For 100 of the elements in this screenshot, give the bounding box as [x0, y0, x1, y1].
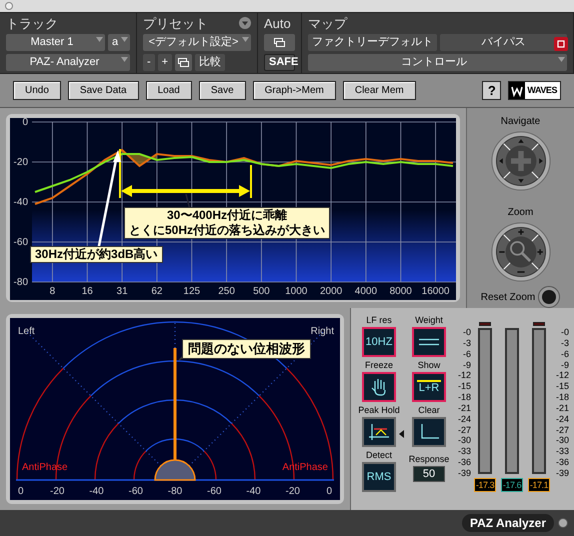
axis-label: 16000 [422, 286, 450, 297]
scale-label: -0 [560, 328, 569, 337]
scale-label: -39 [458, 468, 471, 478]
square-button-icon[interactable] [554, 37, 568, 51]
scale-label: -24 [458, 414, 471, 424]
callout-text: 30Hz付近が約3dB高い [35, 247, 158, 262]
header-button[interactable]: + [158, 54, 172, 71]
help-button[interactable]: ? [482, 81, 502, 100]
toggle-button[interactable] [362, 417, 396, 447]
axis-label: 62 [151, 286, 162, 297]
button-label: Detect [366, 449, 392, 462]
scale-label: -33 [458, 447, 471, 456]
screw-icon [558, 518, 568, 528]
logo-text: WAVES [527, 84, 557, 97]
scale-label: -15 [458, 382, 471, 392]
window-button[interactable] [175, 54, 192, 71]
scale-label: -36 [556, 458, 569, 468]
toggle-button[interactable]: RMS [362, 462, 396, 492]
axis-label: 2000 [320, 286, 342, 297]
menu-icon[interactable] [239, 17, 251, 29]
scale-label: -27 [556, 426, 569, 435]
field-label: Response [408, 453, 450, 466]
toolbar-button[interactable]: Load [146, 81, 192, 100]
header-button[interactable]: - [143, 54, 155, 71]
dropdown[interactable]: a [108, 34, 130, 51]
header-button[interactable]: 比較 [195, 54, 226, 71]
toggle-button[interactable]: 10HZ [362, 327, 396, 357]
scale-label: -9 [462, 360, 471, 370]
axis-label: 1000 [285, 286, 308, 297]
axis-label: 8000 [390, 286, 412, 297]
reset-zoom-button-icon[interactable] [538, 286, 560, 308]
scale-label: -9 [560, 360, 569, 370]
scale-label: -3 [462, 338, 471, 348]
windows-icon [178, 58, 190, 67]
axis-label: 250 [218, 286, 235, 297]
button-label: Weight [415, 314, 443, 327]
scope-label: Right [310, 326, 334, 337]
scope-label: -20 [286, 486, 300, 497]
toolbar-button[interactable]: Save Data [68, 81, 139, 100]
scale-label: -33 [556, 447, 569, 456]
windows-icon [274, 38, 285, 47]
button-label: LF res [366, 314, 392, 327]
toggle-button[interactable] [362, 372, 396, 402]
scale-label: -39 [556, 468, 569, 478]
peak-hold-icon [369, 424, 389, 440]
axis-label: 8 [50, 286, 56, 297]
scope-label: -60 [128, 486, 143, 497]
scale-label: -21 [458, 404, 471, 413]
panel-label: Navigate [500, 115, 540, 129]
scope-label: -20 [50, 486, 64, 497]
scope-label: Left [18, 326, 35, 337]
caret-icon [121, 37, 128, 42]
dropdown[interactable]: コントロール [308, 54, 567, 71]
dropdown[interactable]: PAZ- Analyzer [6, 54, 130, 71]
toolbar-button[interactable]: Graph->Mem [252, 81, 336, 100]
dropdown[interactable]: Master 1 [6, 34, 105, 51]
header-button[interactable]: バイパス [440, 34, 567, 51]
header-button[interactable]: ファクトリーデフォルト [308, 34, 437, 51]
arrow-left-icon [399, 430, 404, 438]
hand-icon [371, 378, 387, 396]
axis-label: -40 [14, 197, 28, 208]
scale-label: -15 [556, 382, 569, 392]
button-label: Show [418, 359, 440, 372]
toolbar-button[interactable]: Save [198, 81, 246, 100]
scale-label: -18 [556, 393, 569, 402]
section-label: Auto [264, 16, 291, 30]
meter-reading: -17.3 [476, 479, 494, 491]
scale-label: -6 [462, 350, 471, 359]
axis-label: 4000 [354, 286, 378, 297]
scale-label: -3 [560, 338, 569, 348]
scale-label: -6 [560, 350, 569, 359]
axis-label: -60 [14, 237, 28, 248]
axis-label: 16 [82, 286, 93, 297]
scale-label: -12 [458, 371, 471, 380]
scale-label: -0 [462, 328, 471, 337]
window-button[interactable] [264, 34, 295, 51]
caret-icon [242, 37, 249, 42]
panel-label: Reset Zoom [480, 290, 536, 304]
toolbar-button[interactable]: Clear Mem [342, 81, 416, 100]
section-label: プリセット [143, 16, 208, 30]
toolbar-button[interactable]: Undo [13, 81, 61, 100]
axis-label: -20 [14, 157, 28, 168]
scale-label: -30 [458, 436, 471, 446]
toggle-button[interactable]: L+R [412, 372, 446, 402]
axis-label: 500 [253, 286, 270, 297]
button-label: Freeze [364, 359, 393, 372]
dropdown[interactable]: <デフォルト設定> [143, 34, 251, 51]
caret-icon [96, 37, 103, 42]
window-button-icon[interactable] [5, 2, 13, 10]
equals-icon [419, 338, 439, 346]
toggle-button[interactable] [412, 327, 446, 357]
toggle-button[interactable] [412, 417, 446, 447]
scale-label: -36 [458, 458, 471, 468]
difference-area [122, 150, 157, 166]
meter-reading: -17.1 [530, 479, 548, 491]
scale-label: -24 [556, 414, 569, 424]
callout-text: とくに50Hz付近の落ち込みが大きい [129, 223, 326, 238]
scale-label: -12 [556, 371, 569, 380]
plugin-title: PAZ Analyzer [462, 514, 554, 532]
response-field[interactable]: 50 [413, 466, 445, 482]
